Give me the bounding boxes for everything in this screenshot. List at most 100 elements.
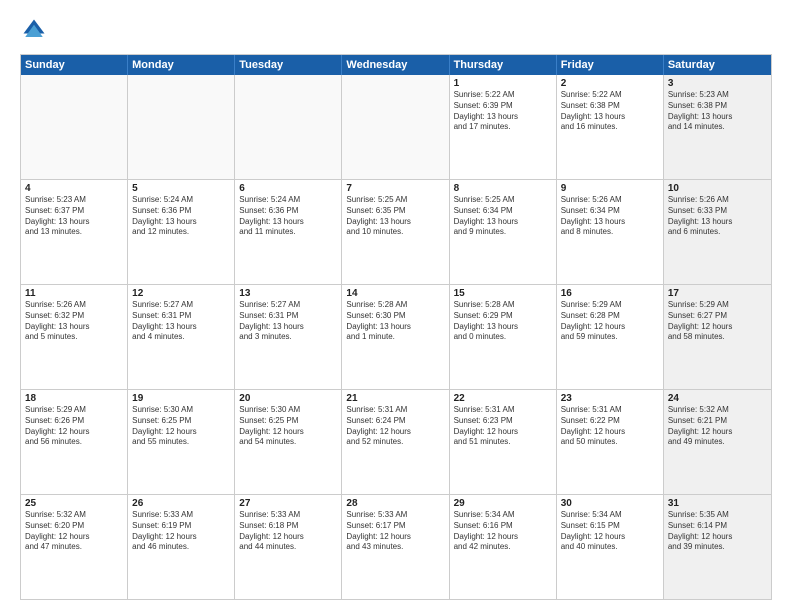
calendar-cell-day-14: 14Sunrise: 5:28 AM Sunset: 6:30 PM Dayli… xyxy=(342,285,449,389)
cell-info: Sunrise: 5:31 AM Sunset: 6:24 PM Dayligh… xyxy=(346,405,444,448)
weekday-header-saturday: Saturday xyxy=(664,55,771,75)
page: SundayMondayTuesdayWednesdayThursdayFrid… xyxy=(0,0,792,612)
logo xyxy=(20,16,52,44)
weekday-header-friday: Friday xyxy=(557,55,664,75)
calendar-cell-day-31: 31Sunrise: 5:35 AM Sunset: 6:14 PM Dayli… xyxy=(664,495,771,599)
calendar-cell-day-4: 4Sunrise: 5:23 AM Sunset: 6:37 PM Daylig… xyxy=(21,180,128,284)
day-number: 5 xyxy=(132,183,230,194)
calendar-cell-day-30: 30Sunrise: 5:34 AM Sunset: 6:15 PM Dayli… xyxy=(557,495,664,599)
cell-info: Sunrise: 5:32 AM Sunset: 6:21 PM Dayligh… xyxy=(668,405,767,448)
calendar-cell-day-20: 20Sunrise: 5:30 AM Sunset: 6:25 PM Dayli… xyxy=(235,390,342,494)
weekday-header-monday: Monday xyxy=(128,55,235,75)
weekday-header-tuesday: Tuesday xyxy=(235,55,342,75)
calendar-row-2: 11Sunrise: 5:26 AM Sunset: 6:32 PM Dayli… xyxy=(21,284,771,389)
day-number: 20 xyxy=(239,393,337,404)
day-number: 10 xyxy=(668,183,767,194)
cell-info: Sunrise: 5:27 AM Sunset: 6:31 PM Dayligh… xyxy=(239,300,337,343)
cell-info: Sunrise: 5:25 AM Sunset: 6:34 PM Dayligh… xyxy=(454,195,552,238)
cell-info: Sunrise: 5:32 AM Sunset: 6:20 PM Dayligh… xyxy=(25,510,123,553)
calendar-header: SundayMondayTuesdayWednesdayThursdayFrid… xyxy=(21,55,771,75)
cell-info: Sunrise: 5:26 AM Sunset: 6:33 PM Dayligh… xyxy=(668,195,767,238)
day-number: 12 xyxy=(132,288,230,299)
cell-info: Sunrise: 5:29 AM Sunset: 6:28 PM Dayligh… xyxy=(561,300,659,343)
calendar-body: 1Sunrise: 5:22 AM Sunset: 6:39 PM Daylig… xyxy=(21,75,771,599)
cell-info: Sunrise: 5:28 AM Sunset: 6:29 PM Dayligh… xyxy=(454,300,552,343)
calendar-cell-day-28: 28Sunrise: 5:33 AM Sunset: 6:17 PM Dayli… xyxy=(342,495,449,599)
calendar-cell-day-7: 7Sunrise: 5:25 AM Sunset: 6:35 PM Daylig… xyxy=(342,180,449,284)
cell-info: Sunrise: 5:26 AM Sunset: 6:32 PM Dayligh… xyxy=(25,300,123,343)
calendar-cell-day-2: 2Sunrise: 5:22 AM Sunset: 6:38 PM Daylig… xyxy=(557,75,664,179)
day-number: 29 xyxy=(454,498,552,509)
cell-info: Sunrise: 5:23 AM Sunset: 6:37 PM Dayligh… xyxy=(25,195,123,238)
calendar-cell-day-5: 5Sunrise: 5:24 AM Sunset: 6:36 PM Daylig… xyxy=(128,180,235,284)
calendar-cell-empty-0-0 xyxy=(21,75,128,179)
calendar: SundayMondayTuesdayWednesdayThursdayFrid… xyxy=(20,54,772,600)
calendar-cell-day-13: 13Sunrise: 5:27 AM Sunset: 6:31 PM Dayli… xyxy=(235,285,342,389)
day-number: 7 xyxy=(346,183,444,194)
calendar-cell-day-15: 15Sunrise: 5:28 AM Sunset: 6:29 PM Dayli… xyxy=(450,285,557,389)
weekday-header-thursday: Thursday xyxy=(450,55,557,75)
cell-info: Sunrise: 5:34 AM Sunset: 6:15 PM Dayligh… xyxy=(561,510,659,553)
day-number: 25 xyxy=(25,498,123,509)
day-number: 6 xyxy=(239,183,337,194)
day-number: 4 xyxy=(25,183,123,194)
cell-info: Sunrise: 5:31 AM Sunset: 6:22 PM Dayligh… xyxy=(561,405,659,448)
calendar-cell-day-26: 26Sunrise: 5:33 AM Sunset: 6:19 PM Dayli… xyxy=(128,495,235,599)
day-number: 17 xyxy=(668,288,767,299)
calendar-cell-day-3: 3Sunrise: 5:23 AM Sunset: 6:38 PM Daylig… xyxy=(664,75,771,179)
day-number: 8 xyxy=(454,183,552,194)
header xyxy=(20,16,772,44)
cell-info: Sunrise: 5:22 AM Sunset: 6:38 PM Dayligh… xyxy=(561,90,659,133)
day-number: 28 xyxy=(346,498,444,509)
calendar-cell-day-11: 11Sunrise: 5:26 AM Sunset: 6:32 PM Dayli… xyxy=(21,285,128,389)
calendar-cell-day-16: 16Sunrise: 5:29 AM Sunset: 6:28 PM Dayli… xyxy=(557,285,664,389)
day-number: 19 xyxy=(132,393,230,404)
calendar-cell-day-12: 12Sunrise: 5:27 AM Sunset: 6:31 PM Dayli… xyxy=(128,285,235,389)
cell-info: Sunrise: 5:24 AM Sunset: 6:36 PM Dayligh… xyxy=(239,195,337,238)
logo-icon xyxy=(20,16,48,44)
day-number: 24 xyxy=(668,393,767,404)
calendar-row-1: 4Sunrise: 5:23 AM Sunset: 6:37 PM Daylig… xyxy=(21,179,771,284)
calendar-cell-day-21: 21Sunrise: 5:31 AM Sunset: 6:24 PM Dayli… xyxy=(342,390,449,494)
cell-info: Sunrise: 5:33 AM Sunset: 6:19 PM Dayligh… xyxy=(132,510,230,553)
day-number: 2 xyxy=(561,78,659,89)
calendar-cell-day-27: 27Sunrise: 5:33 AM Sunset: 6:18 PM Dayli… xyxy=(235,495,342,599)
cell-info: Sunrise: 5:30 AM Sunset: 6:25 PM Dayligh… xyxy=(239,405,337,448)
calendar-row-0: 1Sunrise: 5:22 AM Sunset: 6:39 PM Daylig… xyxy=(21,75,771,179)
calendar-row-4: 25Sunrise: 5:32 AM Sunset: 6:20 PM Dayli… xyxy=(21,494,771,599)
cell-info: Sunrise: 5:27 AM Sunset: 6:31 PM Dayligh… xyxy=(132,300,230,343)
weekday-header-wednesday: Wednesday xyxy=(342,55,449,75)
day-number: 11 xyxy=(25,288,123,299)
cell-info: Sunrise: 5:26 AM Sunset: 6:34 PM Dayligh… xyxy=(561,195,659,238)
weekday-header-sunday: Sunday xyxy=(21,55,128,75)
cell-info: Sunrise: 5:22 AM Sunset: 6:39 PM Dayligh… xyxy=(454,90,552,133)
calendar-cell-day-10: 10Sunrise: 5:26 AM Sunset: 6:33 PM Dayli… xyxy=(664,180,771,284)
cell-info: Sunrise: 5:28 AM Sunset: 6:30 PM Dayligh… xyxy=(346,300,444,343)
day-number: 14 xyxy=(346,288,444,299)
day-number: 26 xyxy=(132,498,230,509)
day-number: 9 xyxy=(561,183,659,194)
calendar-cell-empty-0-3 xyxy=(342,75,449,179)
day-number: 31 xyxy=(668,498,767,509)
cell-info: Sunrise: 5:33 AM Sunset: 6:17 PM Dayligh… xyxy=(346,510,444,553)
calendar-cell-day-23: 23Sunrise: 5:31 AM Sunset: 6:22 PM Dayli… xyxy=(557,390,664,494)
cell-info: Sunrise: 5:29 AM Sunset: 6:26 PM Dayligh… xyxy=(25,405,123,448)
calendar-cell-day-29: 29Sunrise: 5:34 AM Sunset: 6:16 PM Dayli… xyxy=(450,495,557,599)
calendar-cell-day-25: 25Sunrise: 5:32 AM Sunset: 6:20 PM Dayli… xyxy=(21,495,128,599)
calendar-cell-day-1: 1Sunrise: 5:22 AM Sunset: 6:39 PM Daylig… xyxy=(450,75,557,179)
day-number: 18 xyxy=(25,393,123,404)
day-number: 15 xyxy=(454,288,552,299)
day-number: 3 xyxy=(668,78,767,89)
calendar-cell-day-8: 8Sunrise: 5:25 AM Sunset: 6:34 PM Daylig… xyxy=(450,180,557,284)
day-number: 22 xyxy=(454,393,552,404)
day-number: 21 xyxy=(346,393,444,404)
calendar-cell-day-22: 22Sunrise: 5:31 AM Sunset: 6:23 PM Dayli… xyxy=(450,390,557,494)
cell-info: Sunrise: 5:33 AM Sunset: 6:18 PM Dayligh… xyxy=(239,510,337,553)
calendar-row-3: 18Sunrise: 5:29 AM Sunset: 6:26 PM Dayli… xyxy=(21,389,771,494)
calendar-cell-day-17: 17Sunrise: 5:29 AM Sunset: 6:27 PM Dayli… xyxy=(664,285,771,389)
day-number: 27 xyxy=(239,498,337,509)
calendar-cell-empty-0-2 xyxy=(235,75,342,179)
cell-info: Sunrise: 5:29 AM Sunset: 6:27 PM Dayligh… xyxy=(668,300,767,343)
day-number: 16 xyxy=(561,288,659,299)
cell-info: Sunrise: 5:23 AM Sunset: 6:38 PM Dayligh… xyxy=(668,90,767,133)
